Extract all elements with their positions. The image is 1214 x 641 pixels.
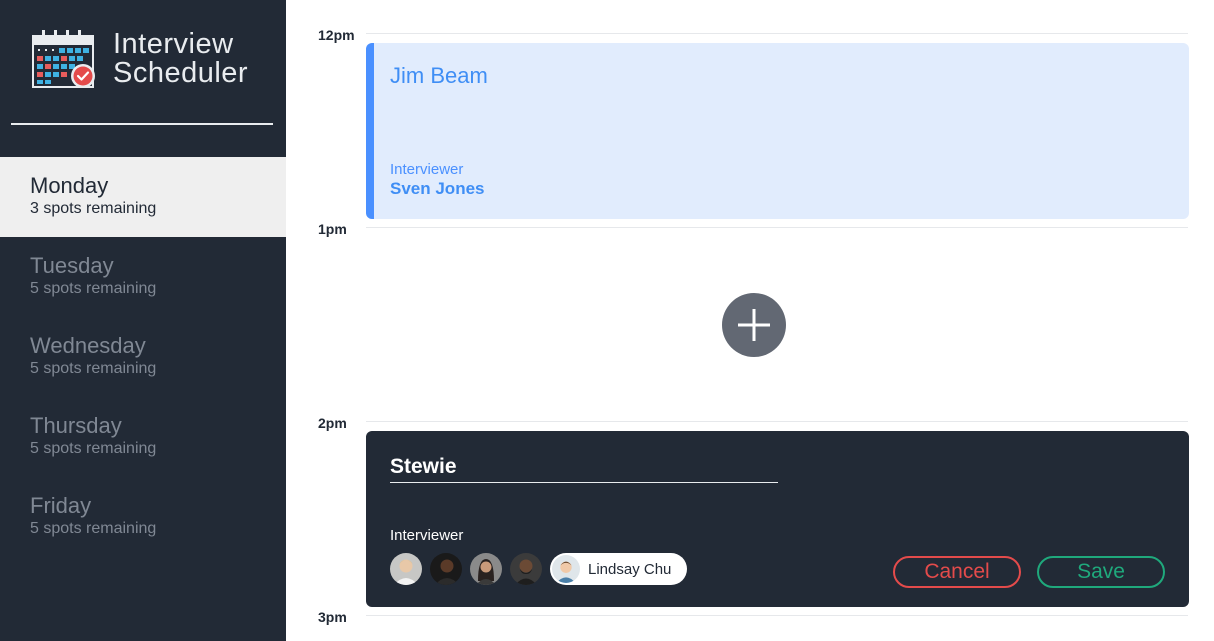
day-list: Monday 3 spots remaining Tuesday 5 spots… bbox=[0, 157, 286, 557]
day-spots: 5 spots remaining bbox=[30, 520, 157, 537]
day-name: Monday bbox=[30, 173, 109, 198]
hour-divider bbox=[366, 421, 1188, 422]
interviewer-avatar[interactable] bbox=[390, 553, 422, 585]
hour-divider bbox=[366, 33, 1188, 34]
day-item-monday[interactable]: Monday 3 spots remaining bbox=[0, 157, 286, 237]
day-name: Tuesday bbox=[30, 253, 114, 278]
time-label-2pm: 2pm bbox=[318, 415, 347, 431]
interviewer-selected[interactable]: Lindsay Chu bbox=[550, 553, 688, 585]
appointment-form: Interviewer Lindsay Chu Cancel Save bbox=[366, 431, 1189, 607]
time-label-1pm: 1pm bbox=[318, 221, 347, 237]
interviewer-avatar bbox=[552, 555, 580, 583]
sidebar: Interview Scheduler Monday 3 spots remai… bbox=[0, 0, 286, 641]
hour-divider bbox=[366, 615, 1188, 616]
cancel-button[interactable]: Cancel bbox=[893, 556, 1021, 588]
time-label-3pm: 3pm bbox=[318, 609, 347, 625]
interviewer-avatar[interactable] bbox=[470, 553, 502, 585]
app-title-line2: Scheduler bbox=[113, 57, 249, 89]
time-label-12pm: 12pm bbox=[318, 27, 355, 43]
calendar-check-icon bbox=[32, 30, 95, 88]
appointment-interviewer-label: Interviewer bbox=[390, 161, 464, 178]
plus-icon bbox=[738, 309, 770, 341]
day-spots: 5 spots remaining bbox=[30, 440, 157, 457]
day-item-wednesday[interactable]: Wednesday 5 spots remaining bbox=[0, 317, 286, 397]
appointment-interviewer: Sven Jones bbox=[390, 179, 485, 198]
appointment-student: Jim Beam bbox=[390, 63, 488, 88]
interviewer-label: Interviewer bbox=[390, 527, 464, 544]
interviewer-list: Lindsay Chu bbox=[390, 553, 688, 585]
interviewer-avatar[interactable] bbox=[430, 553, 462, 585]
day-name: Thursday bbox=[30, 413, 122, 438]
day-item-friday[interactable]: Friday 5 spots remaining bbox=[0, 477, 286, 557]
day-item-thursday[interactable]: Thursday 5 spots remaining bbox=[0, 397, 286, 477]
day-spots: 5 spots remaining bbox=[30, 360, 157, 377]
day-spots: 3 spots remaining bbox=[30, 200, 157, 217]
interviewer-selected-name: Lindsay Chu bbox=[588, 560, 672, 578]
divider bbox=[11, 123, 273, 125]
appointment-card[interactable]: Jim Beam Interviewer Sven Jones bbox=[366, 43, 1189, 219]
day-name: Friday bbox=[30, 493, 92, 518]
student-name-input[interactable] bbox=[390, 451, 778, 483]
interviewer-avatar[interactable] bbox=[510, 553, 542, 585]
save-button[interactable]: Save bbox=[1037, 556, 1165, 588]
day-name: Wednesday bbox=[30, 333, 146, 358]
day-item-tuesday[interactable]: Tuesday 5 spots remaining bbox=[0, 237, 286, 317]
app-title: Interview Scheduler bbox=[113, 30, 248, 88]
day-spots: 5 spots remaining bbox=[30, 280, 157, 297]
app-title-line1: Interview bbox=[113, 28, 234, 60]
add-appointment-button[interactable] bbox=[722, 293, 786, 357]
hour-divider bbox=[366, 227, 1188, 228]
